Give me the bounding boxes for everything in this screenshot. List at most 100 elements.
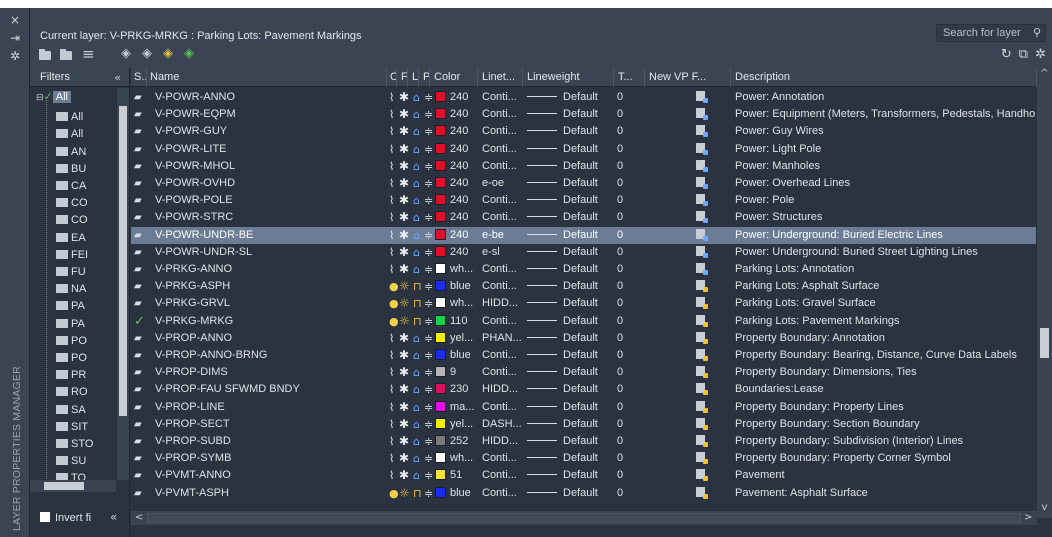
column-header[interactable]: P..	[420, 68, 430, 87]
freeze-icon[interactable]: ✱	[399, 227, 411, 244]
layer-row[interactable]: ▰ V-PRKG-GRVL ● ☼ ⊓ ≑ wh... HIDD... Default 0 Park…	[131, 295, 1036, 312]
new-vp-freeze-icon[interactable]	[696, 416, 716, 433]
layer-description[interactable]: Parking Lots: Pavement Markings	[735, 313, 1035, 330]
new-vp-freeze-icon[interactable]	[696, 89, 716, 106]
layer-description[interactable]: Pavement	[735, 467, 1035, 484]
grid-vertical-scrollbar[interactable]: ^ v	[1037, 68, 1052, 518]
plot-icon[interactable]: ≑	[424, 485, 434, 502]
tree-collapse-icon[interactable]: ⊟	[36, 92, 44, 102]
column-header[interactable]: O..	[387, 68, 397, 87]
layer-row[interactable]: ▰ V-POWR-UNDR-SL ⌇ ✱ ⌂ ≑ 240 e-sl Default 0 Power:…	[131, 244, 1036, 261]
scroll-right-icon[interactable]: >	[1024, 511, 1032, 525]
invert-filter-checkbox[interactable]: Invert fi	[40, 512, 91, 524]
layer-lineweight[interactable]: Default	[527, 416, 615, 433]
lock-icon[interactable]: ⌂	[413, 330, 423, 347]
freeze-icon[interactable]: ☼	[399, 485, 411, 502]
layer-color[interactable]: wh...	[435, 450, 479, 467]
new-vp-freeze-icon[interactable]	[696, 261, 716, 278]
layer-name[interactable]: V-PVMT-ANNO	[147, 467, 387, 484]
layer-name[interactable]: V-PROP-SYMB	[147, 450, 387, 467]
filter-tree-item[interactable]: SU	[56, 453, 86, 470]
plot-icon[interactable]: ≑	[424, 330, 434, 347]
lock-icon[interactable]: ⊓	[413, 278, 423, 295]
layer-status-icon[interactable]: ▰	[134, 244, 148, 261]
layer-lineweight[interactable]: Default	[527, 209, 615, 226]
layer-row[interactable]: ▰ V-PRKG-ANNO ⌇ ✱ ⌂ ≑ wh... Conti... Default 0 Par…	[131, 261, 1036, 278]
new-vp-freeze-icon[interactable]	[696, 123, 716, 140]
filter-tree-item[interactable]: SIT	[56, 419, 88, 436]
new-vp-freeze-icon[interactable]	[696, 244, 716, 261]
filter-tree-item[interactable]: PR	[56, 367, 86, 384]
layer-lineweight[interactable]: Default	[527, 227, 615, 244]
layer-name[interactable]: V-PVMT-ASPH	[147, 485, 387, 502]
translate-icon[interactable]: ⧉	[1019, 47, 1028, 62]
layer-row[interactable]: ✓ V-PRKG-MRKG ● ☼ ⊓ ≑ 110 Conti... Default 0 Parki…	[131, 313, 1036, 330]
layer-row[interactable]: ▰ V-POWR-EQPM ⌇ ✱ ⌂ ≑ 240 Conti... Default 0 Power…	[131, 106, 1036, 123]
plot-icon[interactable]: ≑	[424, 244, 434, 261]
layer-status-icon[interactable]: ▰	[134, 209, 148, 226]
on-off-icon[interactable]: ⌇	[389, 175, 398, 192]
layer-status-icon[interactable]: ▰	[134, 433, 148, 450]
plot-icon[interactable]: ≑	[424, 141, 434, 158]
layer-description[interactable]: Boundaries:Lease	[735, 381, 1035, 398]
plot-icon[interactable]: ≑	[424, 416, 434, 433]
on-off-icon[interactable]: ⌇	[389, 141, 398, 158]
layer-linetype[interactable]: Conti...	[482, 141, 524, 158]
filter-tree-item[interactable]: CA	[56, 178, 86, 195]
lock-icon[interactable]: ⌂	[413, 123, 423, 140]
layer-description[interactable]: Property Boundary: Bearing, Distance, Cu…	[735, 347, 1035, 364]
on-off-icon[interactable]: ⌇	[389, 192, 398, 209]
layer-status-icon[interactable]: ▰	[134, 364, 148, 381]
layer-row[interactable]: ▰ V-PROP-ANNO-BRNG ⌇ ✱ ⌂ ≑ blue Conti... Default…	[131, 347, 1036, 364]
plot-icon[interactable]: ≑	[424, 399, 434, 416]
layer-name[interactable]: V-POWR-POLE	[147, 192, 387, 209]
filter-tree-item[interactable]: FEI	[56, 247, 88, 264]
layer-status-icon[interactable]: ▰	[134, 295, 148, 312]
layer-row[interactable]: ▰ V-PVMT-ANNO ⌇ ✱ ⌂ ≑ 51 Conti... Default 0 Paveme…	[131, 467, 1036, 484]
layer-color[interactable]: 252	[435, 433, 479, 450]
layer-linetype[interactable]: Conti...	[482, 450, 524, 467]
layer-description[interactable]: Power: Equipment (Meters, Transformers, …	[735, 106, 1035, 123]
layer-status-icon[interactable]: ▰	[134, 261, 148, 278]
close-icon[interactable]: ×	[0, 14, 30, 26]
plot-icon[interactable]: ≑	[424, 364, 434, 381]
layer-linetype[interactable]: DASH...	[482, 416, 524, 433]
freeze-icon[interactable]: ✱	[399, 330, 411, 347]
plot-icon[interactable]: ≑	[424, 381, 434, 398]
plot-icon[interactable]: ≑	[424, 278, 434, 295]
lock-icon[interactable]: ⌂	[413, 347, 423, 364]
scroll-down-icon[interactable]: v	[1037, 502, 1052, 513]
plot-icon[interactable]: ≑	[424, 227, 434, 244]
layer-color[interactable]: 240	[435, 89, 479, 106]
lock-icon[interactable]: ⌂	[413, 158, 423, 175]
layer-transparency[interactable]: 0	[617, 175, 643, 192]
layer-description[interactable]: Power: Manholes	[735, 158, 1035, 175]
layer-description[interactable]: Pavement: Asphalt Surface	[735, 485, 1035, 502]
layer-status-icon[interactable]: ▰	[134, 381, 148, 398]
new-vp-freeze-icon[interactable]	[696, 381, 716, 398]
layer-color[interactable]: 240	[435, 209, 479, 226]
layer-name[interactable]: V-POWR-OVHD	[147, 175, 387, 192]
layer-lineweight[interactable]: Default	[527, 313, 615, 330]
layer-lineweight[interactable]: Default	[527, 295, 615, 312]
layer-linetype[interactable]: e-be	[482, 227, 524, 244]
layer-name[interactable]: V-PRKG-MRKG	[147, 313, 387, 330]
freeze-icon[interactable]: ✱	[399, 364, 411, 381]
layer-name[interactable]: V-POWR-GUY	[147, 123, 387, 140]
plot-icon[interactable]: ≑	[424, 295, 434, 312]
layer-color[interactable]: 51	[435, 467, 479, 484]
layer-transparency[interactable]: 0	[617, 467, 643, 484]
layer-transparency[interactable]: 0	[617, 399, 643, 416]
column-header[interactable]: Name	[147, 68, 387, 87]
on-off-icon[interactable]: ⌇	[389, 433, 398, 450]
layer-status-icon[interactable]: ▰	[134, 278, 148, 295]
plot-icon[interactable]: ≑	[424, 123, 434, 140]
lock-icon[interactable]: ⌂	[413, 209, 423, 226]
layer-linetype[interactable]: Conti...	[482, 106, 524, 123]
layer-color[interactable]: 240	[435, 192, 479, 209]
layer-linetype[interactable]: Conti...	[482, 123, 524, 140]
layer-transparency[interactable]: 0	[617, 330, 643, 347]
layer-color[interactable]: wh...	[435, 261, 479, 278]
filter-tree-item[interactable]: FU	[56, 264, 86, 281]
layer-transparency[interactable]: 0	[617, 89, 643, 106]
